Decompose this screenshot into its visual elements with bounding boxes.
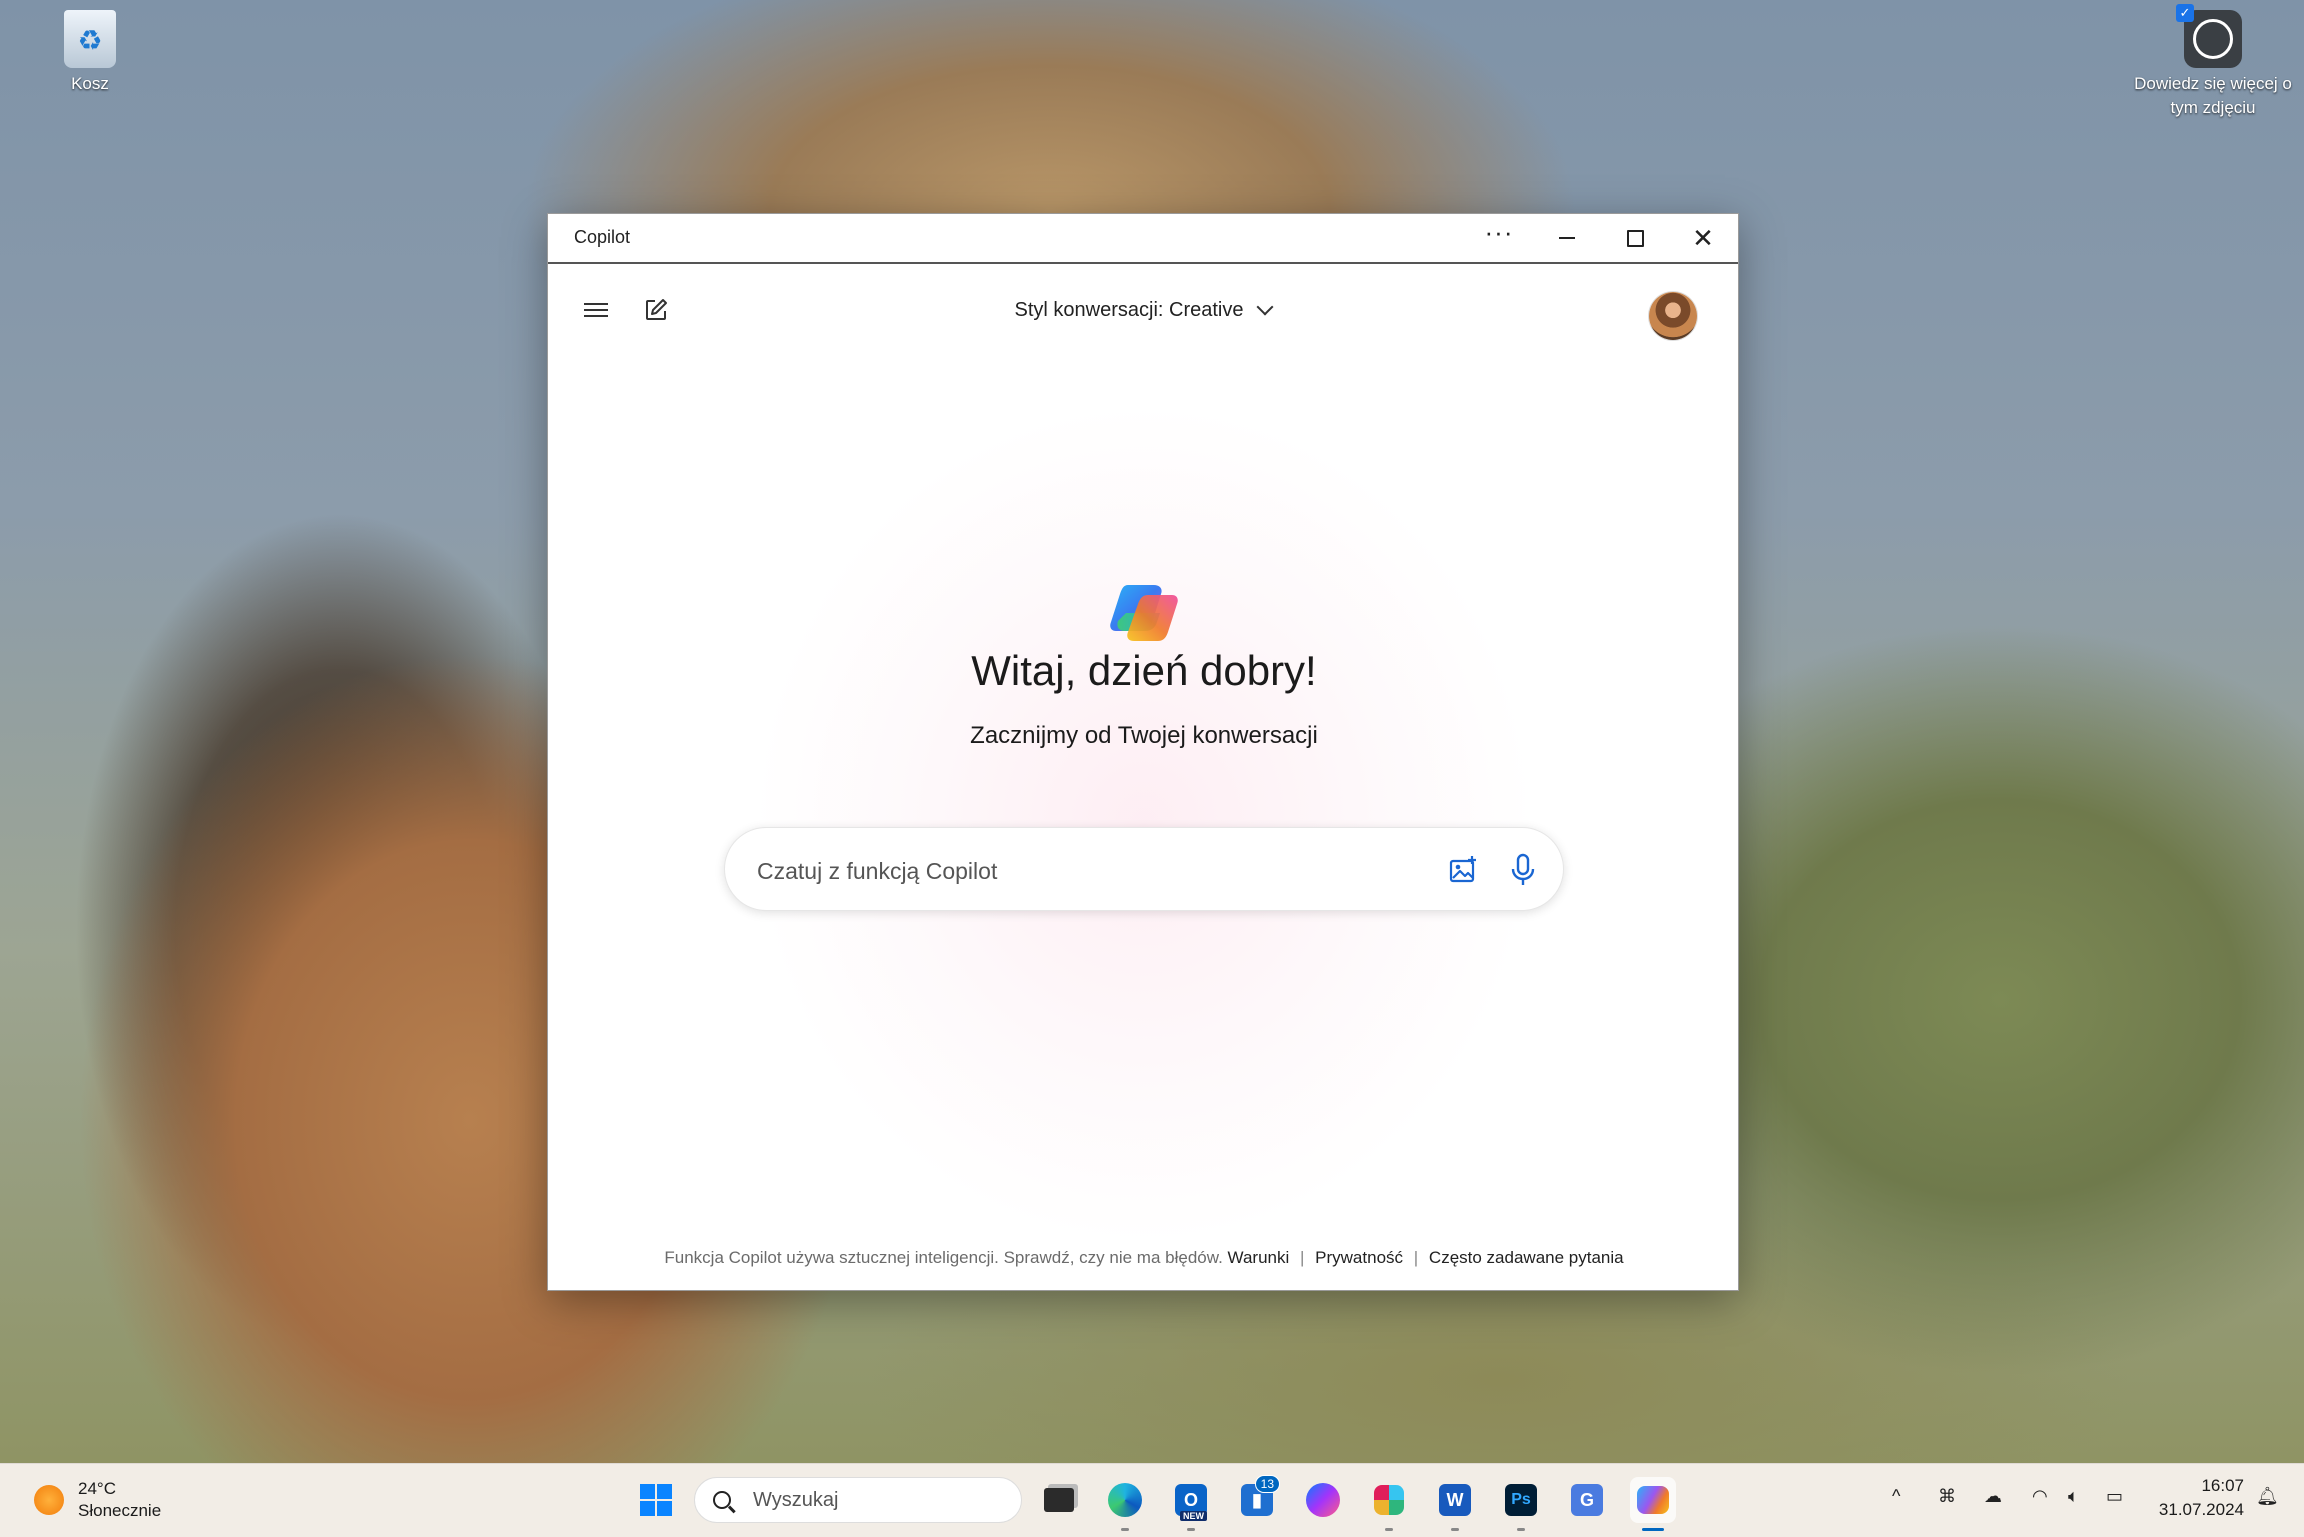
weather-temperature: 24°C xyxy=(78,1479,116,1498)
word-icon: W xyxy=(1439,1484,1471,1516)
slack-icon xyxy=(1374,1485,1404,1515)
maximize-button[interactable] xyxy=(1601,214,1669,262)
taskbar-photoshop[interactable]: Ps xyxy=(1498,1477,1544,1531)
onedrive-icon[interactable]: ☁ xyxy=(1984,1486,2002,1507)
weather-widget[interactable]: 24°C Słonecznie xyxy=(34,1478,161,1522)
search-icon xyxy=(713,1491,731,1509)
taskbar-search[interactable]: Wyszukaj xyxy=(694,1477,1022,1523)
taskbar-task-view[interactable] xyxy=(1036,1477,1082,1523)
taskbar-slack[interactable] xyxy=(1366,1477,1412,1531)
volume-icon[interactable]: 🔈︎ xyxy=(2068,1486,2079,1507)
show-hidden-icons-button[interactable]: ^ xyxy=(1892,1486,1900,1507)
taskbar-clock[interactable]: 16:07 31.07.2024 xyxy=(2150,1474,2244,1522)
terms-link[interactable]: Warunki xyxy=(1228,1248,1290,1267)
checkbox-icon: ✓ xyxy=(2176,4,2194,22)
hamburger-icon xyxy=(584,299,608,321)
chevron-down-icon xyxy=(1256,298,1274,316)
taskbar-teams[interactable]: ▮ 13 xyxy=(1234,1475,1280,1523)
minimize-icon xyxy=(1559,237,1575,239)
new-chat-button[interactable] xyxy=(634,288,678,332)
recycle-bin-label: Kosz xyxy=(71,74,109,93)
compose-icon xyxy=(646,299,667,320)
clock-date: 31.07.2024 xyxy=(2158,1500,2244,1519)
greeting-heading: Witaj, dzień dobry! xyxy=(971,647,1317,694)
minimize-button[interactable] xyxy=(1533,214,1601,262)
more-options-button[interactable]: ··· xyxy=(1465,214,1533,256)
taskbar-search-label: Wyszukaj xyxy=(753,1488,839,1511)
photoshop-icon: Ps xyxy=(1505,1484,1537,1516)
clock-time: 16:07 xyxy=(2201,1476,2244,1495)
outlook-new-badge: NEW xyxy=(1180,1511,1207,1521)
chevron-up-icon: ^ xyxy=(1892,1486,1901,1506)
notification-bell-icon[interactable]: 🔔︎ xyxy=(2256,1486,2279,1507)
user-avatar[interactable] xyxy=(1649,292,1697,340)
weather-description: Słonecznie xyxy=(78,1501,162,1520)
wifi-icon[interactable]: ◠ xyxy=(2032,1486,2048,1507)
disclaimer-text: Funkcja Copilot używa sztucznej intelige… xyxy=(664,1248,1223,1267)
camera-info-icon: ✓ xyxy=(2176,4,2242,68)
recycle-bin-shortcut[interactable]: ♻ Kosz xyxy=(50,10,130,94)
conversation-style-dropdown[interactable]: Styl konwersacji: Creative xyxy=(978,288,1308,332)
copilot-window: Copilot ··· ✕ Styl konwersacji: Creative xyxy=(547,213,1739,1291)
battery-icon[interactable]: ▭ xyxy=(2106,1486,2123,1507)
menu-button[interactable] xyxy=(574,288,618,332)
privacy-link[interactable]: Prywatność xyxy=(1315,1248,1403,1267)
teams-notification-badge: 13 xyxy=(1254,1475,1280,1493)
close-icon: ✕ xyxy=(1692,222,1714,253)
footer-separator: | xyxy=(1413,1248,1419,1267)
copilot-logo-icon xyxy=(1110,585,1178,641)
conversation-style-label: Styl konwersacji: Creative xyxy=(1014,298,1244,321)
edge-icon xyxy=(1108,1483,1142,1517)
start-button[interactable] xyxy=(633,1477,679,1523)
taskbar: 24°C Słonecznie Wyszukaj O NEW ▮ 13 W Ps xyxy=(0,1463,2304,1537)
taskbar-copilot[interactable] xyxy=(1630,1477,1676,1531)
task-view-icon xyxy=(1044,1488,1074,1512)
maximize-icon xyxy=(1626,229,1644,247)
learn-more-label: Dowiedz się więcej o tym zdjęciu xyxy=(2134,74,2292,117)
close-button[interactable]: ✕ xyxy=(1669,214,1737,262)
footer-separator: | xyxy=(1300,1248,1305,1267)
copilot-taskbar-icon xyxy=(1637,1486,1669,1514)
translator-icon: G xyxy=(1571,1484,1603,1516)
windows-icon xyxy=(639,1483,673,1517)
taskbar-translator[interactable]: G xyxy=(1564,1477,1610,1523)
messenger-icon xyxy=(1306,1483,1340,1517)
chat-box xyxy=(724,827,1564,911)
recycle-bin-icon: ♻ xyxy=(64,10,116,68)
taskbar-edge[interactable] xyxy=(1102,1477,1148,1531)
sun-icon xyxy=(34,1485,64,1515)
taskbar-outlook[interactable]: O NEW xyxy=(1168,1477,1214,1531)
network-drive-icon[interactable]: ⌘ xyxy=(1938,1486,1956,1507)
taskbar-word[interactable]: W xyxy=(1432,1477,1478,1531)
add-image-button[interactable] xyxy=(1447,854,1479,886)
chat-input[interactable] xyxy=(755,848,1439,894)
faq-link[interactable]: Często zadawane pytania xyxy=(1429,1248,1624,1267)
footer-disclaimer: Funkcja Copilot używa sztucznej intelige… xyxy=(548,1248,1738,1268)
title-bar: Copilot ··· ✕ xyxy=(548,214,1738,264)
greeting-subtitle: Zacznijmy od Twojej konwersacji xyxy=(970,722,1318,749)
taskbar-messenger[interactable] xyxy=(1300,1477,1346,1523)
window-title: Copilot xyxy=(574,227,631,247)
microphone-button[interactable] xyxy=(1507,852,1539,888)
more-icon: ··· xyxy=(1484,216,1514,247)
copilot-content: Styl konwersacji: Creative Witaj, dzień … xyxy=(548,264,1738,1290)
learn-about-picture-shortcut[interactable]: ✓ Dowiedz się więcej o tym zdjęciu xyxy=(2128,4,2298,120)
